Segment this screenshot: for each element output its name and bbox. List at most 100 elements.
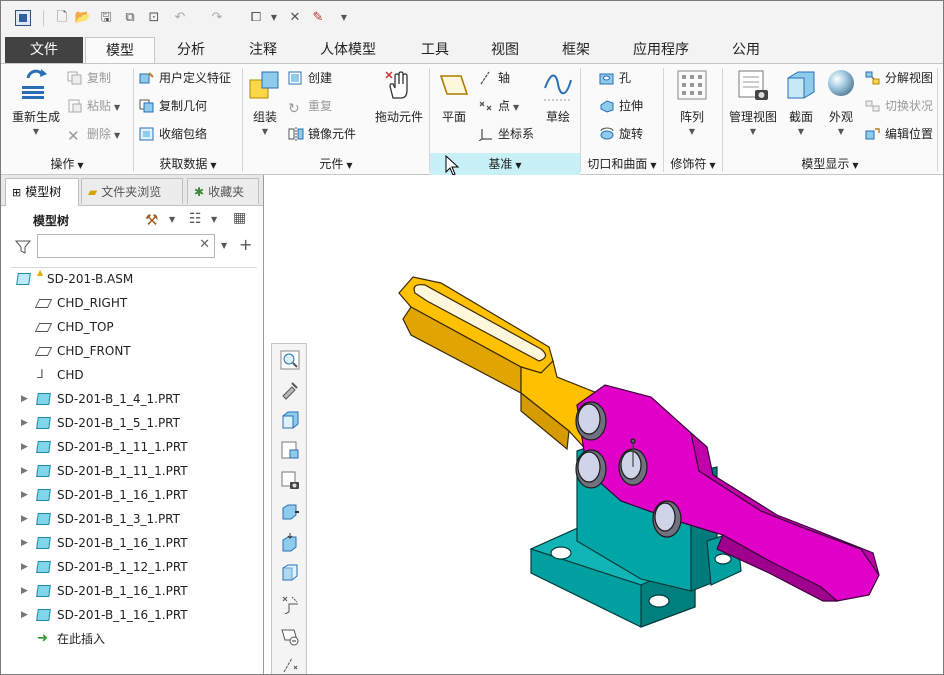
tab-annotate[interactable]: 注释: [233, 37, 293, 63]
tab-folder-browser[interactable]: ▰ 文件夹浏览: [81, 178, 183, 204]
expand-arrow-icon[interactable]: ▶: [21, 531, 28, 555]
expand-arrow-icon[interactable]: ▶: [21, 507, 28, 531]
tree-item[interactable]: ▶ SD-201-B_1_16_1.PRT: [1, 531, 263, 555]
saved-orientations-icon[interactable]: [280, 410, 300, 430]
coordinate-system-button[interactable]: 坐标系: [478, 124, 534, 144]
tree-item[interactable]: CHD_FRONT: [1, 339, 263, 363]
datum-point-button[interactable]: 点 ▼: [478, 96, 519, 116]
tab-applications[interactable]: 应用程序: [621, 37, 701, 63]
tab-favorites[interactable]: ✱ 收藏夹: [187, 178, 259, 204]
show-tree-columns-icon[interactable]: ▦: [233, 210, 246, 226]
assemble-button[interactable]: 组装 ▼: [245, 68, 285, 136]
create-button[interactable]: 创建: [288, 68, 332, 88]
graphics-window[interactable]: [309, 175, 943, 674]
sketch-button[interactable]: 草绘: [539, 68, 577, 125]
pattern-button[interactable]: 阵列 ▼: [669, 68, 715, 136]
group-cut-surface[interactable]: 切口和曲面 ▼: [581, 153, 663, 175]
tab-manikin[interactable]: 人体模型: [306, 37, 390, 63]
expand-arrow-icon[interactable]: ▶: [21, 435, 28, 459]
group-get-data[interactable]: 获取数据 ▼: [134, 153, 242, 175]
appearance-dropdown-icon[interactable]: ▼: [823, 127, 859, 136]
tab-utilities[interactable]: 公用: [716, 37, 776, 63]
shrinkwrap-button[interactable]: 收缩包络: [139, 124, 207, 144]
search-dropdown-icon[interactable]: ▼: [221, 241, 227, 250]
expand-arrow-icon[interactable]: ▶: [21, 387, 28, 411]
tree-item[interactable]: ▲ SD-201-B.ASM: [1, 267, 263, 291]
assemble-dropdown-icon[interactable]: ▼: [245, 127, 285, 136]
tab-analysis[interactable]: 分析: [161, 37, 221, 63]
repaint-icon[interactable]: [280, 380, 300, 400]
save-copy-icon[interactable]: ⧉: [121, 9, 139, 27]
tree-item[interactable]: CHD_TOP: [1, 315, 263, 339]
explode-view-button[interactable]: 分解视图: [865, 68, 933, 88]
tree-item[interactable]: ▶ SD-201-B_1_3_1.PRT: [1, 507, 263, 531]
save-icon[interactable]: 🖫: [97, 9, 115, 27]
display-style-icon[interactable]: [280, 532, 300, 552]
drag-component-button[interactable]: 拖动元件: [371, 68, 427, 125]
tree-item[interactable]: ⅃ CHD: [1, 363, 263, 387]
group-component[interactable]: 元件 ▼: [243, 153, 429, 175]
group-operations[interactable]: 操作 ▼: [1, 153, 133, 175]
clear-search-icon[interactable]: ✕: [199, 237, 210, 252]
manage-views-dropdown-icon[interactable]: ▼: [725, 127, 781, 136]
customize-icon[interactable]: ✎: [309, 9, 327, 27]
section-dropdown-icon[interactable]: ▼: [783, 127, 819, 136]
expand-arrow-icon[interactable]: ▶: [21, 411, 28, 435]
tree-search-input[interactable]: ✕: [37, 234, 215, 258]
tree-settings-icon[interactable]: ⚒: [145, 211, 158, 229]
tree-item[interactable]: ➜ 在此插入: [1, 627, 263, 651]
udf-button[interactable]: 用户定义特征: [139, 68, 231, 88]
view-manager-icon[interactable]: [280, 440, 300, 460]
appearance-button[interactable]: 外观 ▼: [823, 68, 859, 136]
shading-reflections-icon[interactable]: [280, 562, 300, 582]
tab-file[interactable]: 文件: [5, 37, 83, 63]
datum-axis-button[interactable]: 轴: [478, 68, 510, 88]
axis-display-icon[interactable]: [280, 654, 300, 674]
tree-item[interactable]: ▶ SD-201-B_1_12_1.PRT: [1, 555, 263, 579]
redo-icon[interactable]: ↷: [208, 9, 226, 27]
add-filter-icon[interactable]: +: [239, 235, 252, 254]
manage-views-button[interactable]: 管理视图 ▼: [725, 68, 781, 136]
expand-arrow-icon[interactable]: ▶: [21, 603, 28, 627]
tree-item[interactable]: ▶ SD-201-B_1_16_1.PRT: [1, 483, 263, 507]
edit-position-button[interactable]: 编辑位置: [865, 124, 933, 144]
tree-item[interactable]: ▶ SD-201-B_1_16_1.PRT: [1, 603, 263, 627]
mirror-component-button[interactable]: 镜像元件: [288, 124, 356, 144]
toolbar-dropdown-icon[interactable]: ▼: [335, 9, 353, 27]
close-icon[interactable]: ✕: [286, 9, 304, 27]
tab-view[interactable]: 视图: [475, 37, 535, 63]
tab-framework[interactable]: 框架: [546, 37, 606, 63]
copy-geometry-button[interactable]: 复制几何: [139, 96, 207, 116]
windows-icon[interactable]: ⧠: [247, 9, 265, 27]
expand-arrow-icon[interactable]: ▶: [21, 555, 28, 579]
perspective-view-icon[interactable]: [280, 502, 300, 522]
paste-button[interactable]: 粘贴 ▼: [67, 96, 120, 116]
toggle-status-button[interactable]: 切换状况: [865, 96, 933, 116]
plane-display-icon[interactable]: [280, 626, 300, 646]
expand-arrow-icon[interactable]: ▶: [21, 483, 28, 507]
group-model-display[interactable]: 模型显示 ▼: [723, 153, 937, 175]
tree-item[interactable]: ▶ SD-201-B_1_5_1.PRT: [1, 411, 263, 435]
app-menu-icon[interactable]: [15, 10, 31, 26]
undo-icon[interactable]: ↶: [171, 9, 189, 27]
tree-filter-dropdown-icon[interactable]: ▼: [211, 215, 217, 224]
copy-button[interactable]: 复制: [67, 68, 111, 88]
pattern-dropdown-icon[interactable]: ▼: [669, 127, 715, 136]
tab-model[interactable]: 模型: [85, 37, 155, 64]
expand-arrow-icon[interactable]: ▶: [21, 579, 28, 603]
regenerate-dropdown-icon[interactable]: ▼: [7, 127, 65, 136]
expand-arrow-icon[interactable]: ▶: [21, 459, 28, 483]
tree-item[interactable]: ▶ SD-201-B_1_4_1.PRT: [1, 387, 263, 411]
revolve-button[interactable]: 旋转: [599, 124, 643, 144]
new-file-icon[interactable]: 🗋: [53, 9, 71, 27]
datum-plane-button[interactable]: 平面: [433, 68, 475, 125]
tab-model-tree[interactable]: ⊞ 模型树: [5, 178, 79, 206]
tree-item[interactable]: ▶ SD-201-B_1_11_1.PRT: [1, 435, 263, 459]
regenerate-button[interactable]: 重新生成 ▼: [7, 68, 65, 136]
close-window-icon[interactable]: ⊡: [145, 9, 163, 27]
hole-button[interactable]: 孔: [599, 68, 631, 88]
tree-item[interactable]: ▶ SD-201-B_1_11_1.PRT: [1, 459, 263, 483]
repeat-button[interactable]: ↻ 重复: [288, 96, 332, 116]
datum-display-icon[interactable]: [280, 594, 300, 614]
delete-button[interactable]: ✕ 删除 ▼: [67, 124, 120, 144]
